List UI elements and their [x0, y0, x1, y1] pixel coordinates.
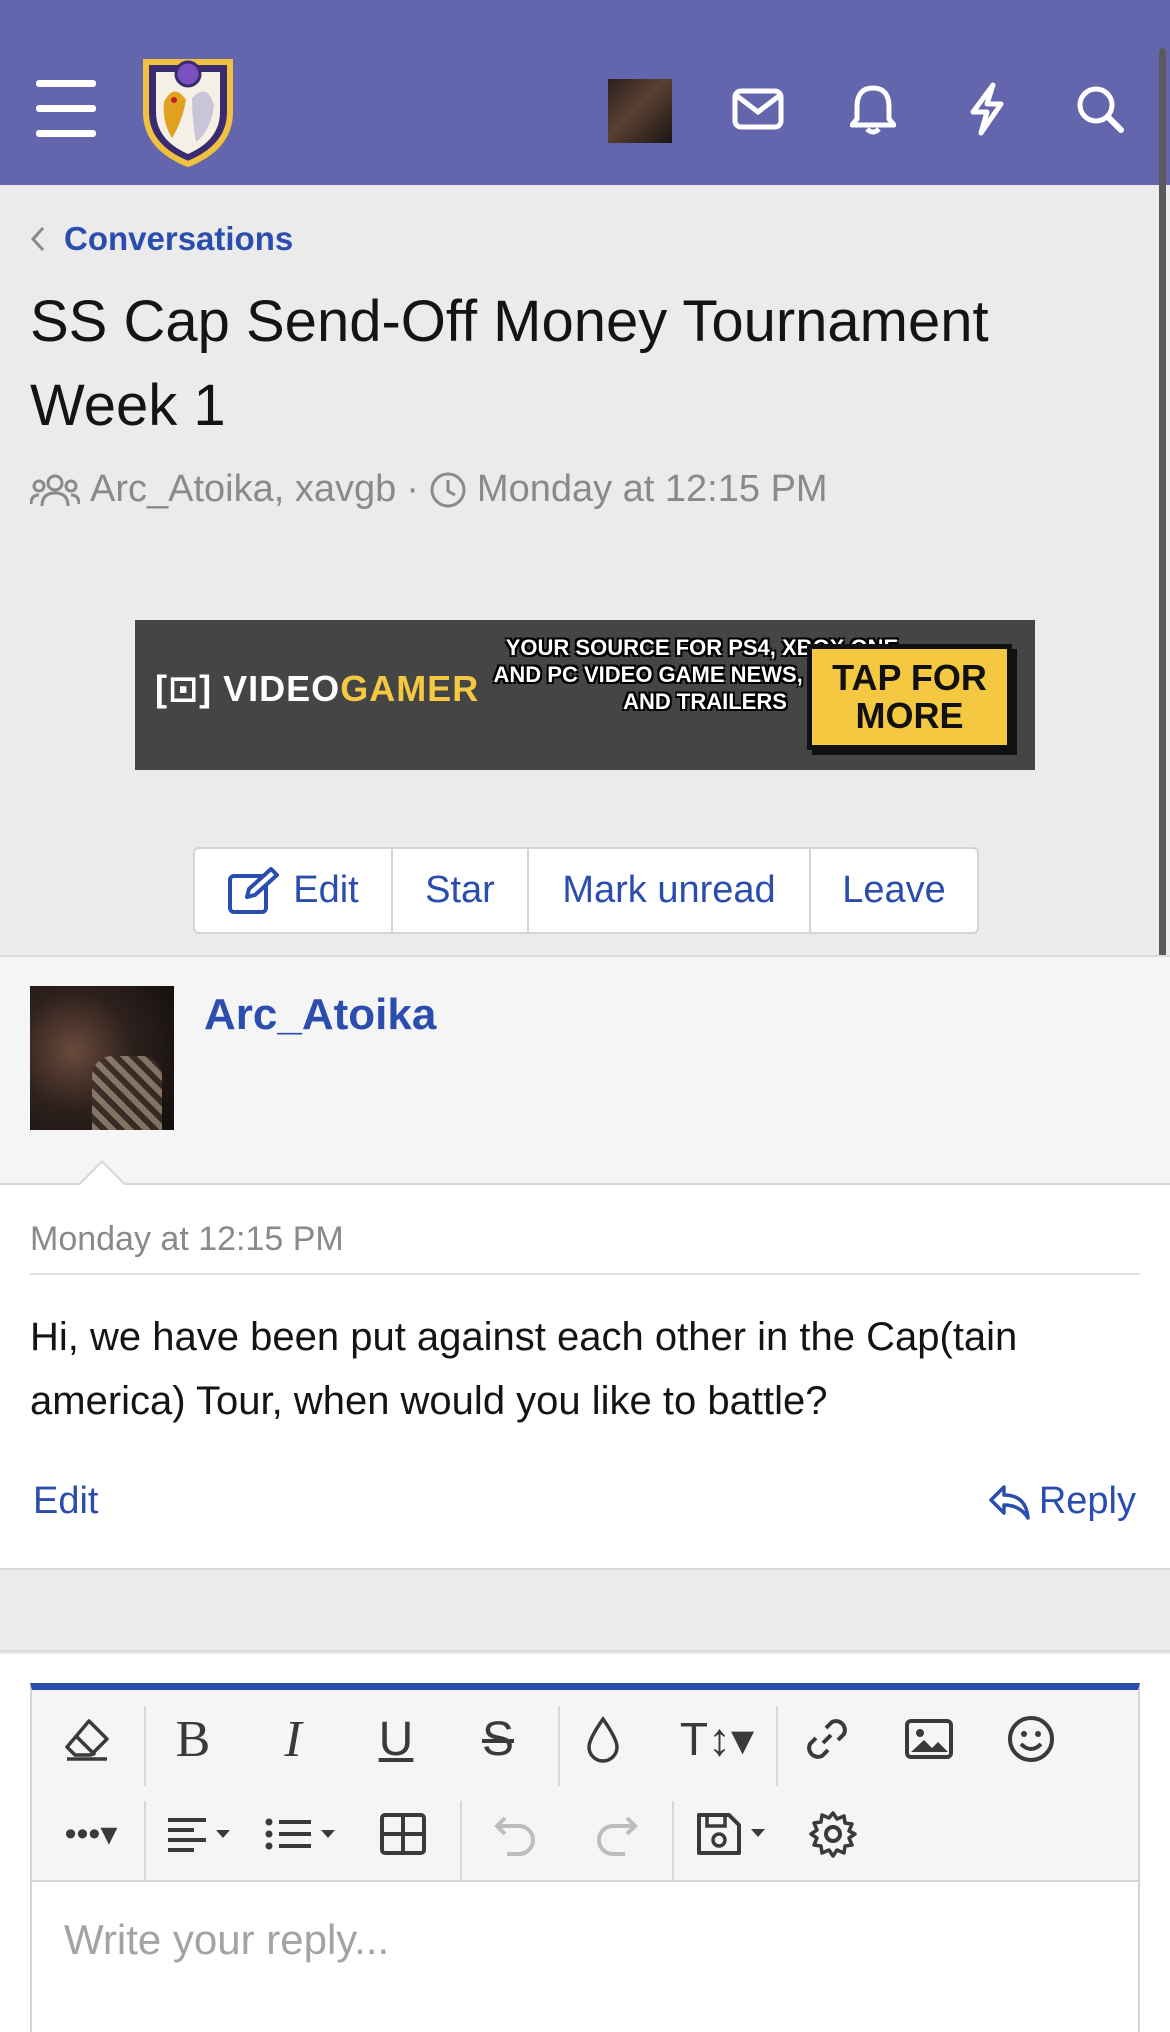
star-label: Star	[425, 869, 495, 911]
breadcrumb[interactable]: Conversations	[30, 220, 293, 258]
page-title: SS Cap Send-Off Money Tournament Week 1	[30, 289, 989, 438]
author-avatar[interactable]	[30, 986, 174, 1130]
breadcrumb-label[interactable]: Conversations	[64, 220, 293, 258]
users-icon	[30, 474, 80, 506]
italic-icon[interactable]: I	[262, 1710, 324, 1768]
reply-editor: B I U S T↕▾ •••▾ Write your reply...	[30, 1683, 1140, 2032]
align-icon[interactable]	[158, 1805, 240, 1863]
list-icon[interactable]	[260, 1805, 342, 1863]
edit-icon	[228, 866, 280, 914]
ad-cta-button[interactable]: TAP FOR MORE	[807, 644, 1012, 750]
mark-unread-button[interactable]: Mark unread	[529, 849, 811, 932]
participants[interactable]: Arc_Atoika, xavgb	[90, 468, 396, 511]
leave-button[interactable]: Leave	[811, 849, 977, 932]
table-icon[interactable]	[372, 1805, 434, 1863]
toolbar-separator	[144, 1801, 146, 1881]
chevron-left-icon	[30, 226, 45, 252]
inbox-icon[interactable]	[723, 74, 793, 144]
toolbar-separator	[144, 1706, 146, 1786]
toolbar-separator	[460, 1801, 462, 1881]
menu-icon[interactable]	[32, 74, 102, 144]
bold-icon[interactable]: B	[162, 1710, 224, 1768]
meta-separator: ·	[406, 468, 419, 510]
ad-banner[interactable]: [⊡] VIDEOGAMER YOUR SOURCE FOR PS4, XBOX…	[135, 620, 1035, 770]
image-icon[interactable]	[898, 1710, 960, 1768]
section-gap	[0, 1572, 1170, 1652]
emoji-icon[interactable]	[1000, 1710, 1062, 1768]
reply-placeholder: Write your reply...	[64, 1916, 390, 1963]
clock-icon	[430, 472, 466, 507]
toolbar-separator	[672, 1801, 674, 1881]
mark-unread-label: Mark unread	[562, 869, 776, 911]
settings-icon[interactable]	[802, 1805, 864, 1863]
undo-icon[interactable]	[484, 1805, 546, 1863]
toolbar-separator	[776, 1706, 778, 1786]
text-color-icon[interactable]	[572, 1710, 634, 1768]
underline-icon[interactable]: U	[365, 1710, 427, 1768]
message-edit-link[interactable]: Edit	[33, 1480, 98, 1523]
divider	[30, 1273, 1140, 1275]
message-header	[0, 955, 1170, 1185]
message-reply-link[interactable]: Reply	[987, 1480, 1136, 1523]
bolt-icon[interactable]	[952, 74, 1022, 144]
user-avatar[interactable]	[608, 79, 672, 143]
start-date[interactable]: Monday at 12:15 PM	[477, 468, 828, 511]
edit-button[interactable]: Edit	[195, 849, 393, 932]
message-date[interactable]: Monday at 12:15 PM	[30, 1220, 344, 1259]
reply-input[interactable]: Write your reply...	[32, 1880, 1138, 2032]
leave-label: Leave	[842, 869, 946, 911]
reply-icon	[989, 1484, 1030, 1520]
strikethrough-icon[interactable]: S	[467, 1710, 529, 1768]
message-pointer-fill	[78, 1163, 126, 1187]
ad-logo-icon: [⊡]	[155, 668, 213, 709]
toolbar-row-1: B I U S T↕▾	[32, 1690, 1138, 1786]
conversation-actions: Edit Star Mark unread Leave	[193, 847, 979, 934]
site-logo[interactable]	[138, 52, 238, 167]
link-icon[interactable]	[796, 1710, 858, 1768]
search-icon[interactable]	[1065, 74, 1135, 144]
toolbar-separator	[558, 1706, 560, 1786]
redo-icon[interactable]	[586, 1805, 648, 1863]
toolbar-row-2: •••▾	[32, 1785, 1138, 1881]
more-options-icon[interactable]: •••▾	[50, 1805, 132, 1863]
font-size-icon[interactable]: T↕▾	[672, 1710, 762, 1768]
top-navbar	[0, 0, 1170, 185]
ad-brand-b: GAMER	[340, 668, 480, 709]
author-name[interactable]: Arc_Atoika	[204, 990, 436, 1040]
conversation-meta: Arc_Atoika, xavgb · Monday at 12:15 PM	[30, 468, 828, 511]
bell-icon[interactable]	[838, 74, 908, 144]
save-draft-icon[interactable]	[692, 1805, 776, 1863]
star-button[interactable]: Star	[393, 849, 529, 932]
clear-format-icon[interactable]	[56, 1710, 118, 1768]
edit-label: Edit	[293, 869, 359, 911]
ad-brand: [⊡] VIDEOGAMER	[155, 668, 479, 710]
ad-brand-a: VIDEO	[223, 668, 341, 709]
reply-label: Reply	[1038, 1480, 1136, 1522]
message-text: Hi, we have been put against each other …	[30, 1315, 1018, 1423]
